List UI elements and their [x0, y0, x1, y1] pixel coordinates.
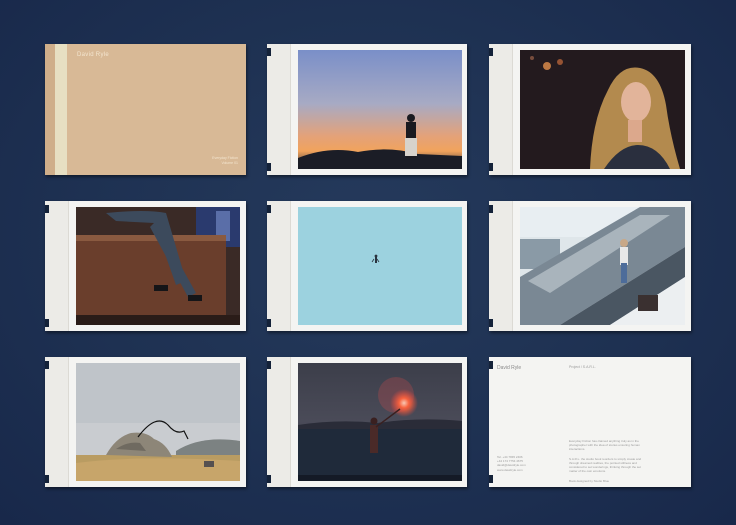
back-info-card[interactable]: David Ryle Project / S.A.R.L. Everyday F…	[489, 357, 691, 487]
skater-on-roof-photo	[520, 207, 685, 325]
binding-tab	[267, 475, 271, 483]
back-description-1: Everyday Fiction has claimed anything tr…	[569, 439, 640, 451]
binding-tab	[45, 319, 49, 327]
card-binding-stripe	[45, 201, 69, 331]
print-card-1[interactable]	[267, 44, 467, 175]
print-card-3[interactable]	[45, 201, 246, 331]
back-contact-block: Tel. +44 7845 2406 +44 174 7754 4675 dav…	[497, 455, 567, 472]
card-binding-stripe	[267, 44, 291, 175]
print-card-7[interactable]	[267, 357, 467, 487]
portrait-woman-photo	[520, 50, 685, 169]
cover-spine-edge	[45, 44, 55, 175]
binding-tab	[267, 163, 271, 171]
print-card-2[interactable]	[489, 44, 691, 175]
back-credit: Book designed by Studio Blue	[569, 479, 610, 483]
cover-author-name: David Ryle	[77, 52, 110, 58]
card-binding-stripe	[489, 44, 513, 175]
flare-in-water-photo	[298, 363, 462, 481]
binding-tab	[489, 319, 493, 327]
rock-landscape-photo	[76, 363, 240, 481]
book-cover-card[interactable]: David Ryle Everyday Fiction Volume 01	[45, 44, 246, 175]
card-binding-stripe	[45, 357, 69, 487]
card-binding-stripe	[267, 357, 291, 487]
print-card-6[interactable]	[45, 357, 246, 487]
binding-tab	[489, 475, 493, 483]
sunset-silhouette-photo	[298, 50, 462, 169]
binding-tab	[45, 361, 49, 369]
binding-tab	[489, 48, 493, 56]
binding-tab	[45, 205, 49, 213]
binding-tab	[489, 205, 493, 213]
cover-subtitle: Everyday Fiction Volume 01	[198, 156, 238, 166]
binding-tab	[489, 163, 493, 171]
print-card-5[interactable]	[489, 201, 691, 331]
back-project-title: Project / S.A.R.L.	[569, 365, 596, 369]
cover-subtitle-line2: Volume 01	[221, 161, 238, 165]
print-card-4[interactable]	[267, 201, 467, 331]
binding-tab	[45, 475, 49, 483]
card-binding-stripe	[267, 201, 291, 331]
figure-in-sky-photo	[298, 207, 462, 325]
card-binding-stripe	[489, 201, 513, 331]
back-contact-line: www.davidryle.com	[497, 467, 523, 472]
binding-tab	[267, 361, 271, 369]
legs-on-bench-photo	[76, 207, 240, 325]
binding-tab	[489, 361, 493, 369]
back-description-2: S.A.R.L. the studio book reorders to sim…	[569, 457, 642, 473]
cover-spine	[55, 44, 67, 175]
back-author-name: David Ryle	[497, 365, 522, 371]
binding-tab	[267, 48, 271, 56]
binding-tab	[267, 205, 271, 213]
binding-tab	[267, 319, 271, 327]
